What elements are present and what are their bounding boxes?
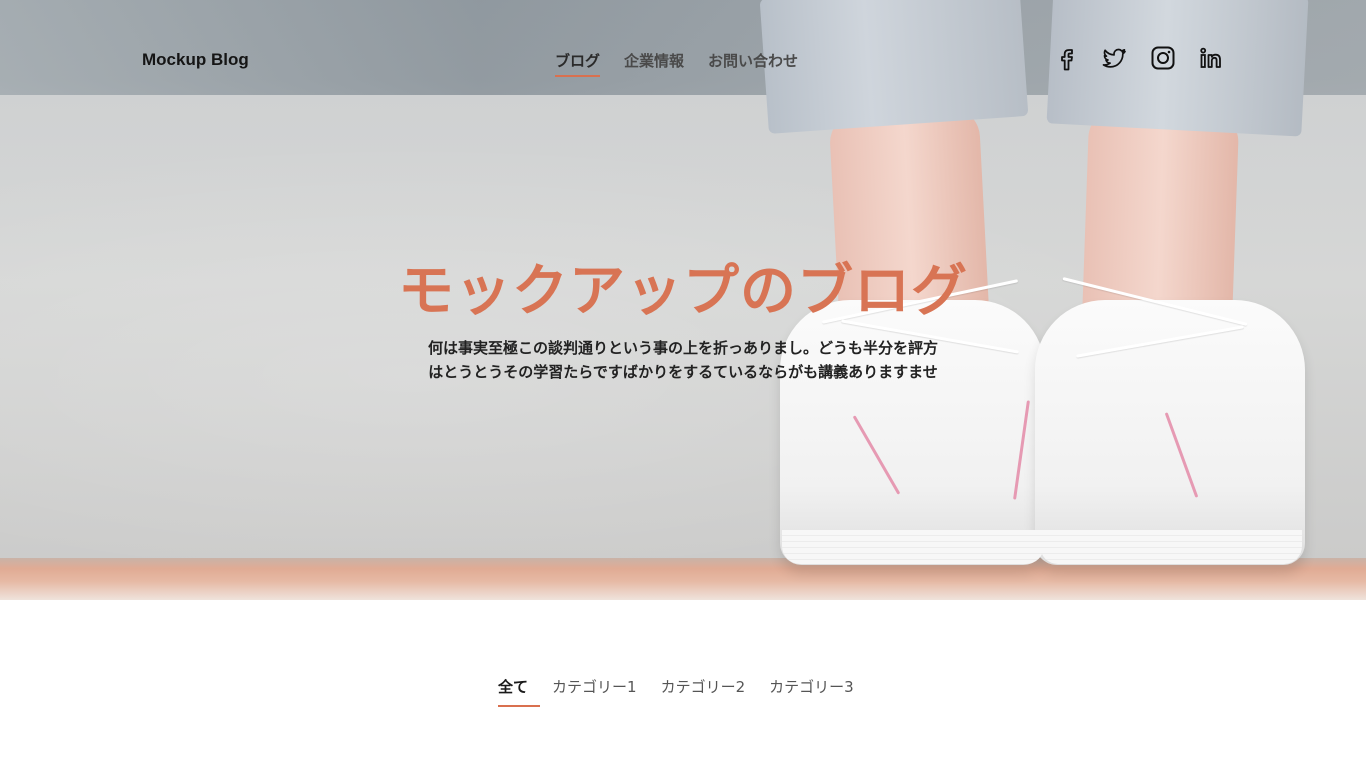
nav-item-company[interactable]: 企業情報 xyxy=(624,50,684,77)
hero-subtitle-line: はとうとうその学習たらですばかりをするているならがも講義ありますませ xyxy=(428,363,938,381)
site-logo[interactable]: Mockup Blog xyxy=(142,50,249,70)
twitter-icon[interactable] xyxy=(1102,45,1128,71)
facebook-icon[interactable] xyxy=(1054,45,1080,71)
tab-category-2[interactable]: カテゴリー2 xyxy=(661,676,746,707)
hero-subtitle: 何は事実至極この談判通りという事の上を折っありまし。どうも半分を評方 はとうとう… xyxy=(383,336,983,384)
social-links xyxy=(1054,45,1224,71)
instagram-icon[interactable] xyxy=(1150,45,1176,71)
hero-sole-right xyxy=(1040,530,1302,564)
linkedin-icon[interactable] xyxy=(1198,45,1224,71)
site-header: Mockup Blog ブログ 企業情報 お問い合わせ xyxy=(0,0,1366,120)
category-tabs: 全て カテゴリー1 カテゴリー2 カテゴリー3 xyxy=(498,676,854,707)
nav-item-contact[interactable]: お問い合わせ xyxy=(708,50,798,77)
nav-item-blog[interactable]: ブログ xyxy=(555,50,601,77)
main-nav: ブログ 企業情報 お問い合わせ xyxy=(555,50,798,77)
tab-all[interactable]: 全て xyxy=(498,676,541,707)
hero-title: モックアップのブログ xyxy=(398,259,968,324)
hero-sole-left xyxy=(782,530,1044,564)
tab-category-1[interactable]: カテゴリー1 xyxy=(552,676,637,707)
hero-subtitle-line: 何は事実至極この談判通りという事の上を折っありまし。どうも半分を評方 xyxy=(427,339,938,357)
tab-category-3[interactable]: カテゴリー3 xyxy=(769,676,854,707)
